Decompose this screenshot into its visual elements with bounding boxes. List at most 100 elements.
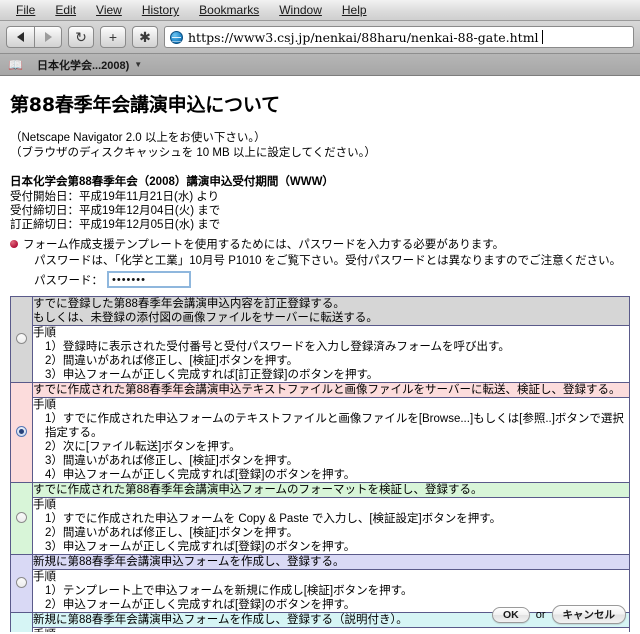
option-header-4-line-1: 新規に第88春季年会講演申込フォームを作成し、登録する。 [33, 556, 345, 568]
password-label: パスワード： [34, 274, 103, 287]
acceptance-period-list: 受付開始日：平成19年11月21日(水) より 受付締切日：平成19年12月04… [10, 190, 630, 232]
option-radio-cell-4[interactable] [10, 554, 33, 613]
bug-icon: ✱ [139, 29, 151, 45]
table-row: 手順 1）すでに作成された申込フォームのテキストファイルと画像ファイルを[Bro… [11, 397, 630, 483]
forward-button[interactable] [34, 26, 62, 48]
navigation-button-group [6, 26, 62, 48]
book-icon: 📖 [8, 57, 23, 72]
password-notice-line-1: フォーム作成支援テンプレートを使用するためには、パスワードを入力する必要がありま… [23, 239, 505, 251]
steps-title-4: 手順 [33, 571, 56, 583]
menu-item-file-label: File [16, 3, 36, 17]
step-1-3: 3）申込フォームが正しく完成すれば[訂正登録]のボタンを押す。 [45, 369, 379, 381]
note-line-1: （Netscape Navigator 2.0 以上をお使い下さい。） [10, 132, 266, 144]
date-deadline: 受付締切日：平成19年12月04日(火) まで [10, 205, 221, 217]
bookmark-item-csj[interactable]: 日本化学会...2008) ▼ [37, 57, 142, 73]
option-header-3: すでに作成された第88春季年会講演申込フォームのフォーマットを検証し、登録する。 [32, 482, 630, 498]
reload-button[interactable]: ↻ [68, 26, 94, 48]
menu-item-window-label: Window [279, 3, 322, 17]
text-caret [541, 30, 543, 44]
step-1-1: 1）登録時に表示された受付番号と受付パスワードを入力し登録済みフォームを呼び出す… [45, 341, 510, 353]
menu-item-view[interactable]: View [86, 0, 132, 20]
plus-icon: + [108, 29, 118, 45]
page-content: 第88春季年会講演申込について （Netscape Navigator 2.0 … [0, 76, 640, 632]
radio-button-option-3[interactable] [16, 511, 27, 523]
menu-item-edit-label: Edit [55, 3, 77, 17]
bookmark-item-label: 日本化学会...2008) [36, 59, 130, 72]
menu-item-help[interactable]: Help [332, 0, 377, 20]
page-title: 第88春季年会講演申込について [10, 94, 280, 116]
table-row: 手順 1）すでに作成された申込フォームを Copy & Paste で入力し、[… [11, 497, 630, 555]
password-input[interactable]: ••••••• [107, 271, 191, 288]
option-header-1-line-2: もしくは、未登録の添付図の画像ファイルをサーバーに転送する。 [33, 312, 378, 324]
reload-icon: ↻ [75, 29, 87, 45]
option-header-1-line-1: すでに登録した第88春季年会講演申込内容を訂正登録する。 [33, 298, 345, 310]
menu-item-view-label: View [96, 3, 122, 17]
option-header-4: 新規に第88春季年会講演申込フォームを作成し、登録する。 [32, 554, 630, 570]
address-bar[interactable]: https://www3.csj.jp/nenkai/88haru/nenkai… [164, 26, 634, 48]
menu-item-file[interactable]: File [6, 0, 45, 20]
menu-item-history[interactable]: History [132, 0, 189, 20]
radio-button-option-4[interactable] [16, 576, 27, 588]
option-radio-cell-1[interactable] [10, 296, 33, 383]
option-steps-1: 手順 1）登録時に表示された受付番号と受付パスワードを入力し登録済みフォームを呼… [32, 325, 630, 383]
password-notice-line-2: パスワードは、「化学と工業」10月号 P1010 をご覧下さい。受付パスワードと… [34, 255, 622, 267]
section-heading: 日本化学会第88春季年会（2008）講演申込受付期間（WWW） [10, 176, 334, 188]
option-radio-cell-2[interactable] [10, 382, 33, 483]
option-steps-2: 手順 1）すでに作成された申込フォームのテキストファイルと画像ファイルを[Bro… [32, 397, 630, 483]
bug-report-button[interactable]: ✱ [132, 26, 158, 48]
password-row: パスワード： ••••••• [23, 271, 630, 288]
bullet-icon [10, 240, 18, 248]
steps-title-3: 手順 [33, 499, 56, 511]
step-2-4: 4）申込フォームが正しく完成すれば[登録]のボタンを押す。 [45, 469, 356, 481]
new-tab-button[interactable]: + [100, 26, 126, 48]
bookmarks-bar: 📖 日本化学会...2008) ▼ [0, 54, 640, 76]
option-table-body: すでに登録した第88春季年会講演申込内容を訂正登録する。 もしくは、未登録の添付… [10, 296, 630, 632]
option-header-3-line-1: すでに作成された第88春季年会講演申込フォームのフォーマットを検証し、登録する。 [33, 484, 483, 496]
option-radio-cell-5[interactable] [10, 612, 33, 632]
menu-item-bookmarks[interactable]: Bookmarks [189, 0, 269, 20]
steps-title-2: 手順 [33, 399, 56, 411]
address-bar-url: https://www3.csj.jp/nenkai/88haru/nenkai… [188, 29, 539, 45]
table-row: 新規に第88春季年会講演申込フォームを作成し、登録する。 [10, 554, 630, 613]
form-actions: OK or キャンセル [491, 605, 626, 624]
globe-icon [170, 30, 183, 44]
browser-requirement-notes: （Netscape Navigator 2.0 以上をお使い下さい。） （ブラウ… [10, 131, 630, 161]
option-header-1: すでに登録した第88春季年会講演申込内容を訂正登録する。 もしくは、未登録の添付… [32, 296, 630, 326]
menu-item-history-label: History [141, 3, 180, 17]
menu-item-edit[interactable]: Edit [45, 0, 86, 20]
table-row: すでに作成された第88春季年会講演申込テキストファイルと画像ファイルをサーバーに… [10, 382, 630, 483]
option-steps-3: 手順 1）すでに作成された申込フォームを Copy & Paste で入力し、[… [32, 497, 630, 555]
option-header-2: すでに作成された第88春季年会講演申込テキストファイルと画像ファイルをサーバーに… [32, 382, 630, 398]
note-line-2: （ブラウザのディスクキャッシュを 10 MB 以上に設定してください。） [10, 147, 376, 159]
menu-item-bookmarks-label: Bookmarks [199, 3, 260, 17]
table-row: すでに登録した第88春季年会講演申込内容を訂正登録する。 もしくは、未登録の添付… [10, 296, 630, 383]
forward-arrow-icon [44, 32, 52, 42]
date-correction-deadline: 訂正締切日：平成19年12月05日(水) まで [10, 219, 221, 231]
step-3-3: 3）申込フォームが正しく完成すれば[登録]のボタンを押す。 [45, 541, 356, 553]
step-4-1: 1）テンプレート上で申込フォームを新規に作成し[検証]ボタンを押す。 [45, 585, 413, 597]
or-separator-label: or [535, 608, 546, 621]
ok-button[interactable]: OK [491, 606, 530, 623]
menu-item-window[interactable]: Window [269, 0, 332, 20]
step-2-1: 1）すでに作成された申込フォームのテキストファイルと画像ファイルを[Browse… [45, 413, 624, 439]
step-1-2: 2）間違いがあれば修正し、[検証]ボタンを押す。 [45, 355, 299, 367]
table-row: 手順 1）登録時に表示された受付番号と受付パスワードを入力し登録済みフォームを呼… [11, 325, 630, 383]
menu-bar: File Edit View History Bookmarks Window … [0, 0, 640, 21]
back-arrow-icon [17, 32, 24, 42]
step-3-2: 2）間違いがあれば修正し、[検証]ボタンを押す。 [45, 527, 299, 539]
back-button[interactable] [6, 26, 34, 48]
step-2-3: 3）間違いがあれば修正し、[検証]ボタンを押す。 [45, 455, 299, 467]
option-radio-cell-3[interactable] [10, 482, 33, 555]
step-3-1: 1）すでに作成された申込フォームを Copy & Paste で入力し、[検証設… [45, 513, 502, 525]
option-header-2-line-1: すでに作成された第88春季年会講演申込テキストファイルと画像ファイルをサーバーに… [33, 384, 621, 396]
option-steps-5: 手順 1）テンプレート上で申込フォームを新規に作成し[検証]ボタンを押す。 2）… [32, 627, 630, 632]
steps-title-1: 手順 [33, 327, 56, 339]
radio-button-option-1[interactable] [16, 332, 27, 344]
step-2-2: 2）次に[ファイル転送]ボタンを押す。 [45, 441, 241, 453]
cancel-button[interactable]: キャンセル [551, 605, 626, 624]
radio-button-option-2[interactable] [16, 425, 27, 437]
browser-toolbar: ↻ + ✱ https://www3.csj.jp/nenkai/88haru/… [0, 21, 640, 54]
menu-item-help-label: Help [341, 3, 367, 17]
date-start: 受付開始日：平成19年11月21日(水) より [10, 191, 220, 203]
steps-title-5: 手順 [33, 628, 629, 632]
